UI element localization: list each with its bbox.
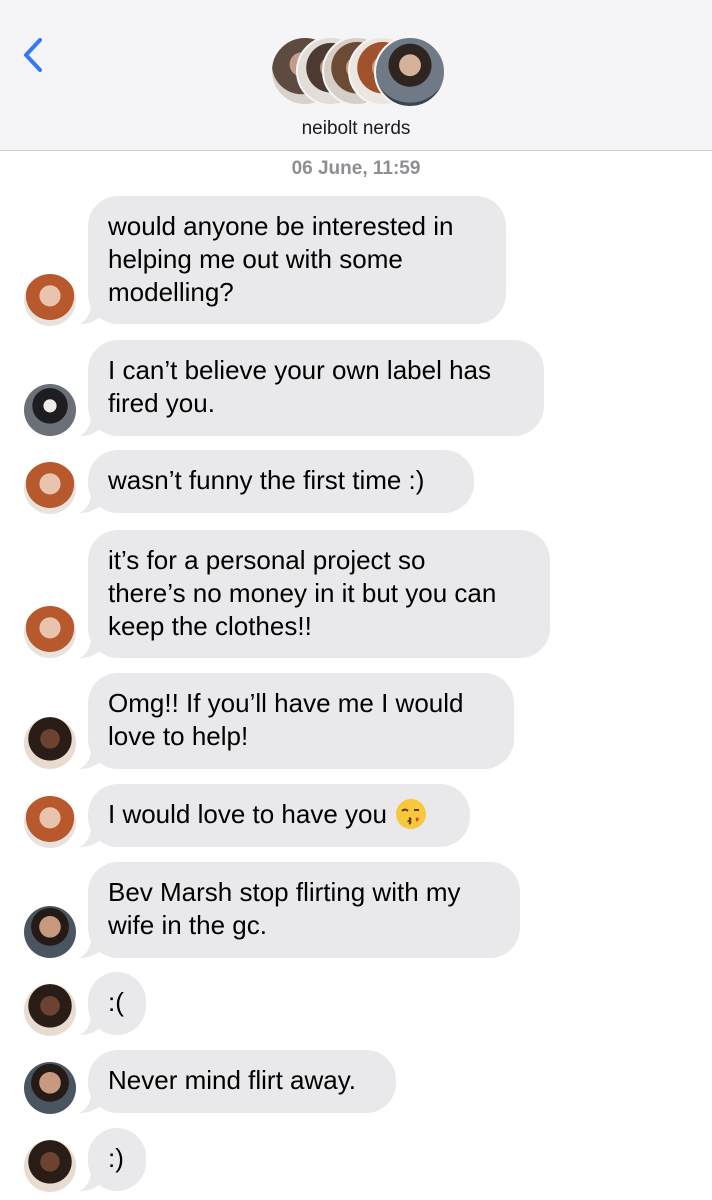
message-bubble[interactable]: I would love to have you bbox=[79, 784, 470, 847]
sender-avatar[interactable] bbox=[24, 384, 76, 436]
bubble-tail bbox=[79, 418, 101, 436]
bubble-tail bbox=[79, 1173, 101, 1191]
message-bubble[interactable]: Bev Marsh stop flirting with my wife in … bbox=[79, 862, 520, 958]
timestamp-date: 06 June, bbox=[291, 158, 368, 179]
message-text: fired you. bbox=[108, 388, 215, 418]
member-avatar bbox=[374, 36, 446, 108]
chevron-left-icon bbox=[24, 38, 42, 72]
message-text: wife in the gc. bbox=[108, 910, 267, 940]
sender-avatar[interactable] bbox=[24, 796, 76, 848]
message-text: Bev Marsh stop flirting with my bbox=[108, 877, 461, 907]
message-text: :( bbox=[108, 987, 124, 1017]
sender-avatar[interactable] bbox=[24, 462, 76, 514]
message-text: would anyone be interested in bbox=[108, 211, 454, 241]
bubble-tail bbox=[79, 495, 101, 513]
bubble-tail bbox=[79, 640, 101, 658]
message-bubble[interactable]: would anyone be interested in helping me… bbox=[79, 196, 506, 324]
message-bubble[interactable]: it’s for a personal project so there’s n… bbox=[79, 530, 550, 658]
group-avatar-stack[interactable] bbox=[270, 36, 446, 108]
bubble-tail bbox=[79, 829, 101, 847]
sender-avatar[interactable] bbox=[24, 717, 76, 769]
kissing-face-emoji bbox=[395, 799, 426, 830]
sender-avatar[interactable] bbox=[24, 906, 76, 958]
message-text: :) bbox=[108, 1143, 124, 1173]
bubble-tail bbox=[79, 1017, 101, 1035]
timestamp-time: 11:59 bbox=[372, 158, 421, 179]
message-text: modelling? bbox=[108, 277, 234, 307]
message-timestamp: 06 June, 11:59 bbox=[0, 158, 712, 180]
message-bubble[interactable]: Omg!! If you’ll have me I would love to … bbox=[79, 673, 514, 769]
bubble-tail bbox=[79, 940, 101, 958]
message-bubble[interactable]: I can’t believe your own label has fired… bbox=[79, 340, 544, 436]
sender-avatar[interactable] bbox=[24, 984, 76, 1036]
message-text: Never mind flirt away. bbox=[108, 1065, 357, 1095]
message-text: love to help! bbox=[108, 721, 249, 751]
bubble-tail bbox=[79, 751, 101, 769]
conversation-header: neibolt nerds bbox=[0, 0, 712, 151]
sender-avatar[interactable] bbox=[24, 1062, 76, 1114]
message-bubble[interactable]: :) bbox=[79, 1128, 146, 1191]
message-bubble[interactable]: :( bbox=[79, 972, 146, 1035]
message-text: I would love to have you bbox=[108, 799, 387, 829]
group-name[interactable]: neibolt nerds bbox=[0, 118, 712, 140]
back-button[interactable] bbox=[18, 34, 52, 76]
message-bubble[interactable]: wasn’t funny the first time :) bbox=[79, 450, 474, 513]
bubble-tail bbox=[79, 1095, 101, 1113]
message-text: wasn’t funny the first time :) bbox=[108, 465, 425, 495]
sender-avatar[interactable] bbox=[24, 274, 76, 326]
sender-avatar[interactable] bbox=[24, 606, 76, 658]
sender-avatar[interactable] bbox=[24, 1140, 76, 1192]
bubble-tail bbox=[79, 306, 101, 324]
message-bubble[interactable]: Never mind flirt away. bbox=[79, 1050, 396, 1113]
message-text: Omg!! If you’ll have me I would bbox=[108, 688, 464, 718]
message-text: there’s no money in it but you can bbox=[108, 578, 497, 608]
message-text: keep the clothes!! bbox=[108, 611, 312, 641]
message-text: helping me out with some bbox=[108, 244, 403, 274]
message-text: I can’t believe your own label has bbox=[108, 355, 492, 385]
message-text: it’s for a personal project so bbox=[108, 545, 426, 575]
